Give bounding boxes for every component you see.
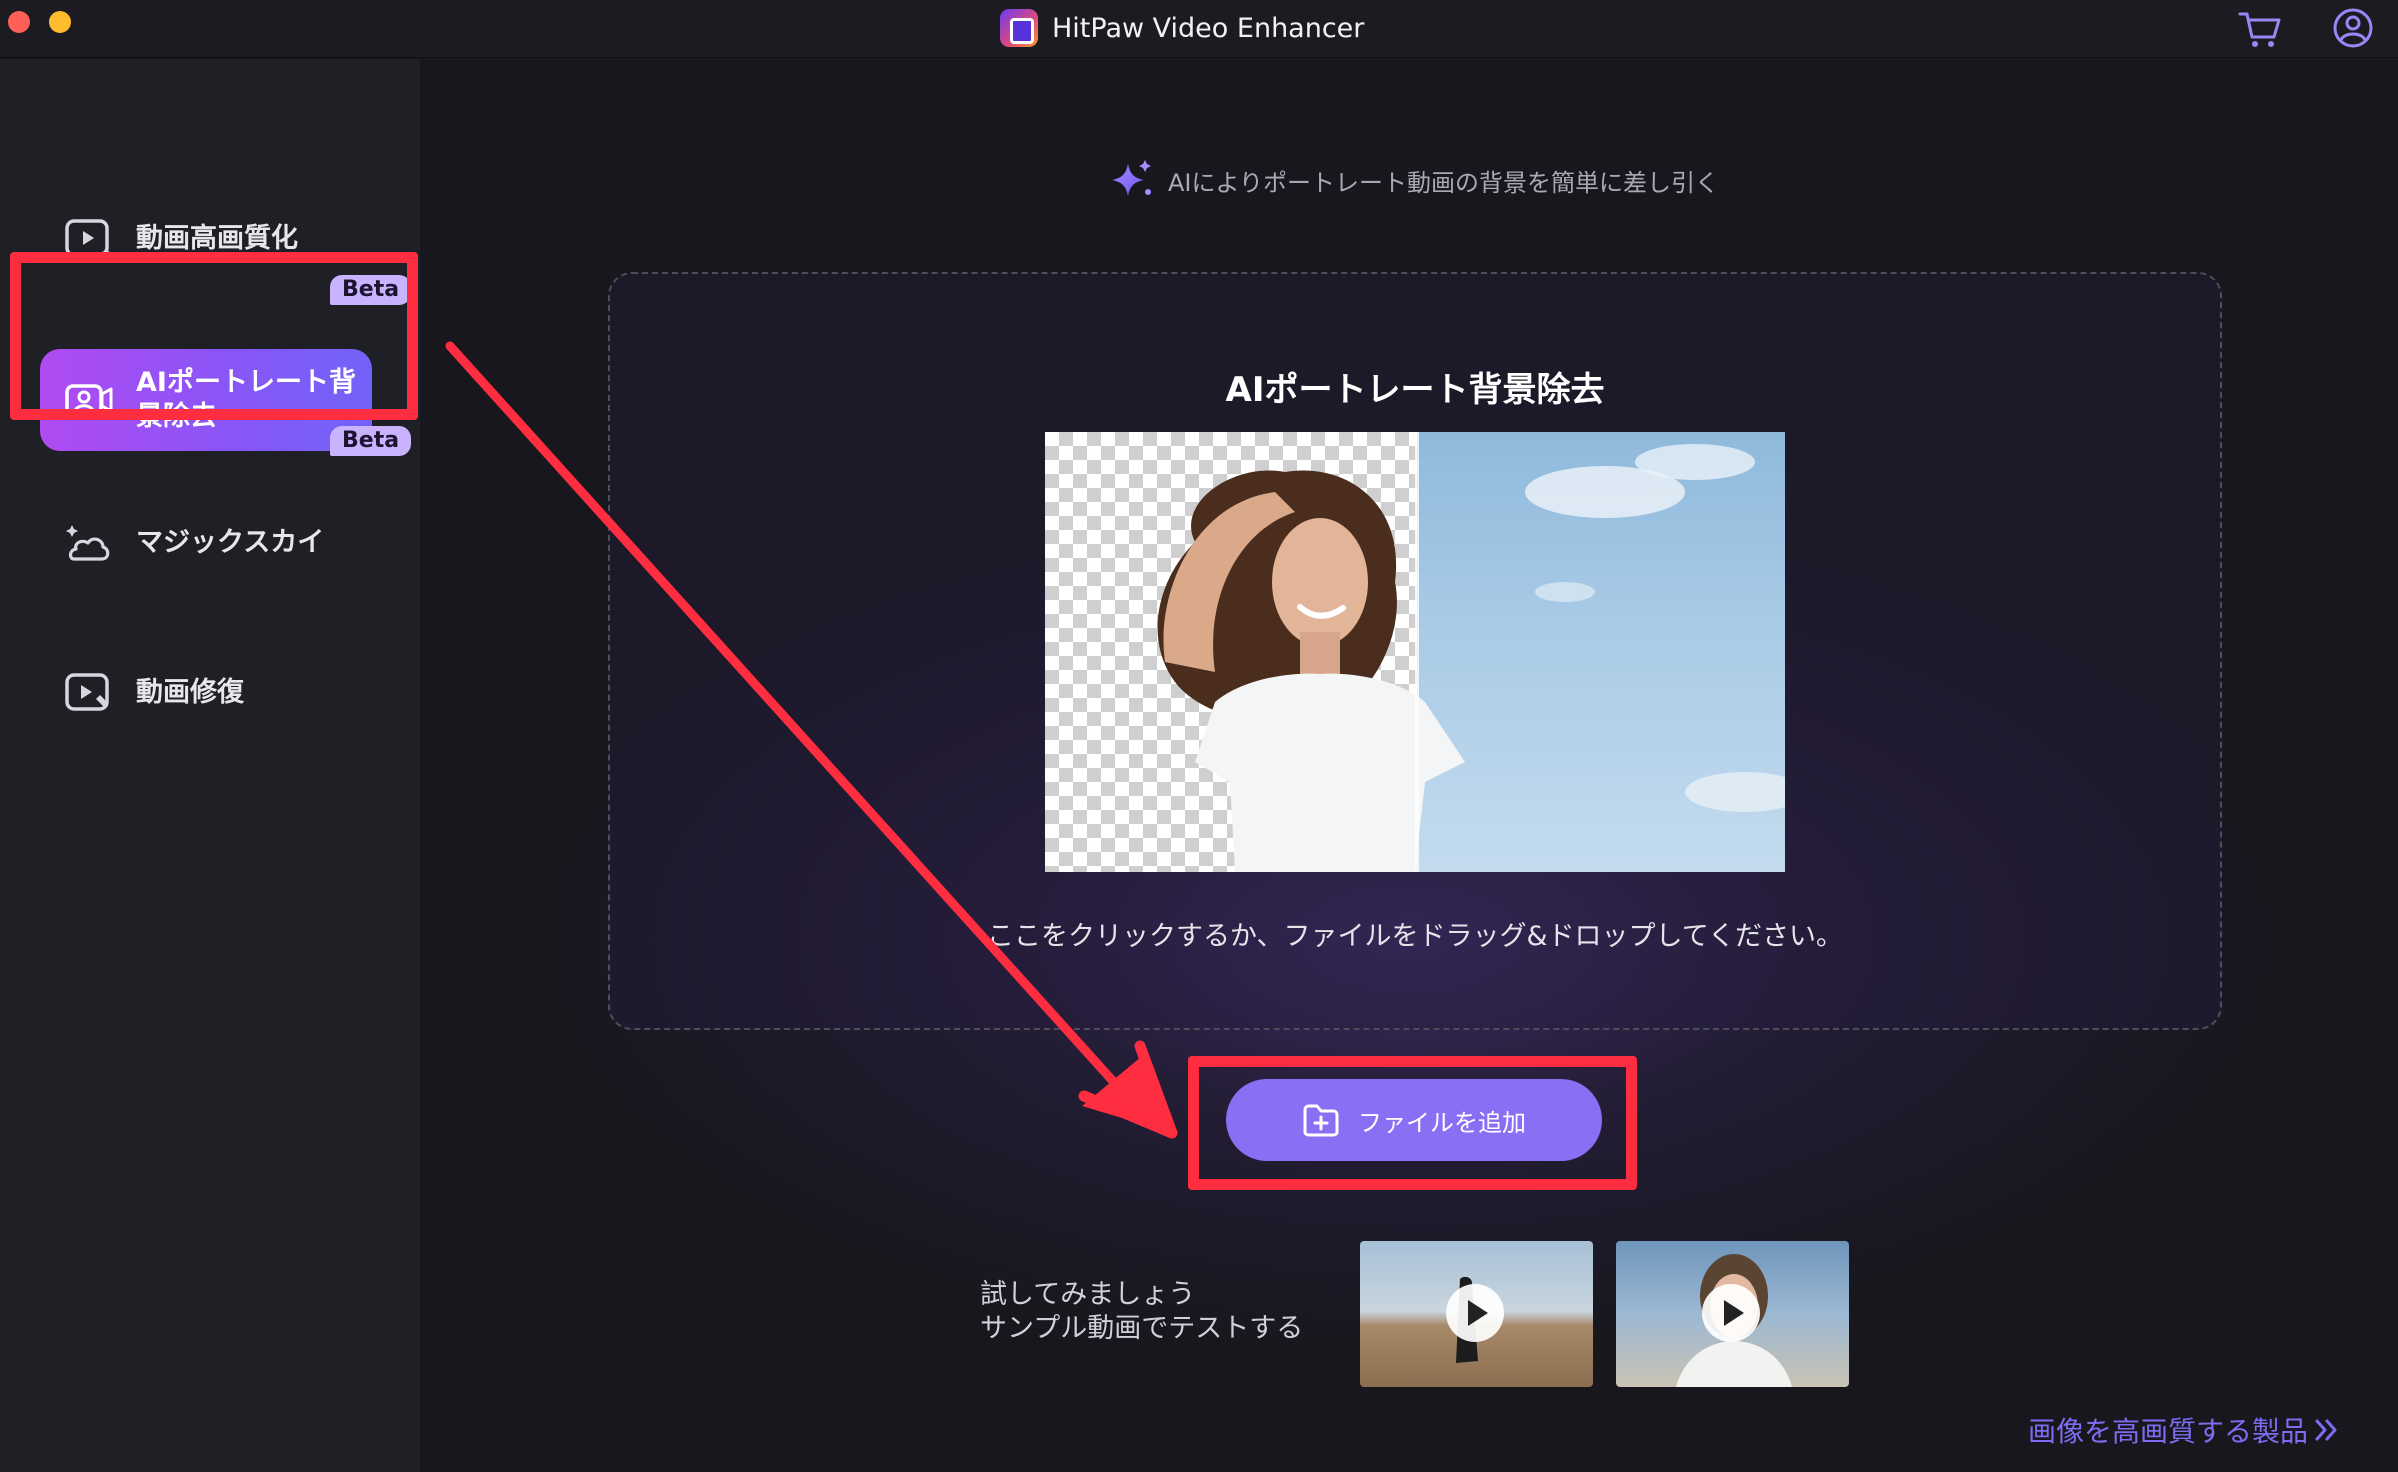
sample-prompt: 試してみましょう サンプル動画でテストする bbox=[980, 1278, 1303, 1346]
app-title-text: HitPaw Video Enhancer bbox=[1052, 12, 1365, 44]
folder-plus-icon bbox=[1303, 1104, 1339, 1137]
sample-prompt-line2: サンプル動画でテストする bbox=[980, 1313, 1304, 1344]
add-file-label: ファイルを追加 bbox=[1358, 1108, 1526, 1137]
beta-badge: Beta bbox=[330, 426, 412, 456]
add-file-button[interactable]: ファイルを追加 bbox=[1226, 1079, 1602, 1161]
app-logo-icon bbox=[1000, 9, 1038, 47]
video-repair-icon bbox=[65, 673, 109, 711]
sidebar-item-video-repair[interactable]: 動画修復 bbox=[40, 643, 380, 743]
more-products-label: 画像を高画質する製品 bbox=[2028, 1415, 2309, 1448]
title-bar: HitPaw Video Enhancer bbox=[0, 0, 2398, 58]
sidebar-item-label: 動画高画質化 bbox=[136, 223, 298, 254]
sample-video-thumbnail[interactable] bbox=[1360, 1241, 1593, 1387]
portrait-camera-icon bbox=[65, 384, 113, 416]
sample-video-thumbnail[interactable] bbox=[1616, 1241, 1849, 1387]
play-icon bbox=[1702, 1284, 1760, 1342]
sidebar-item-magic-sky[interactable]: マジックスカイ bbox=[40, 493, 380, 593]
portrait-illustration bbox=[1157, 432, 1785, 872]
sidebar-item-label: AIポートレート背景除去 bbox=[136, 367, 356, 432]
sidebar-item-portrait-bg-removal[interactable]: AIポートレート背景除去 bbox=[40, 349, 372, 451]
sample-prompt-line1: 試してみましょう bbox=[980, 1279, 1196, 1310]
magic-sky-icon bbox=[66, 525, 110, 561]
user-account-icon[interactable] bbox=[2332, 7, 2374, 49]
file-dropzone[interactable]: AIポートレート背景除去 ここをクリックするか、ファイルをドラッグ&ドロップして… bbox=[608, 272, 2222, 1030]
video-enhance-icon bbox=[65, 219, 112, 259]
subtitle-text: AIによりポートレート動画の背景を簡単に差し引く bbox=[1168, 168, 1720, 197]
minimize-window-button[interactable] bbox=[49, 11, 71, 33]
dropzone-hint: ここをクリックするか、ファイルをドラッグ&ドロップしてください。 bbox=[987, 921, 1843, 952]
feature-subtitle: AIによりポートレート動画の背景を簡単に差し引く bbox=[1110, 158, 1719, 202]
double-chevron-right-icon bbox=[2315, 1419, 2337, 1441]
sidebar: 動画高画質化 AIポートレート背景除去 Beta Beta マジックスカイ 動画… bbox=[0, 59, 420, 1472]
sidebar-item-label: 動画修復 bbox=[136, 677, 244, 708]
sidebar-item-label: マジックスカイ bbox=[136, 527, 325, 558]
sidebar-item-video-enhance[interactable]: 動画高画質化 bbox=[40, 189, 380, 289]
cart-icon[interactable] bbox=[2238, 10, 2282, 50]
dropzone-title: AIポートレート背景除去 bbox=[1225, 370, 1605, 410]
beta-badge: Beta bbox=[330, 275, 412, 305]
more-products-link[interactable]: 画像を高画質する製品 bbox=[2028, 1410, 2340, 1450]
feature-preview-image bbox=[1045, 432, 1785, 872]
app-title: HitPaw Video Enhancer bbox=[1000, 8, 1364, 48]
close-window-button[interactable] bbox=[8, 11, 30, 33]
play-icon bbox=[1446, 1284, 1504, 1342]
sparkle-icon bbox=[1112, 160, 1151, 196]
